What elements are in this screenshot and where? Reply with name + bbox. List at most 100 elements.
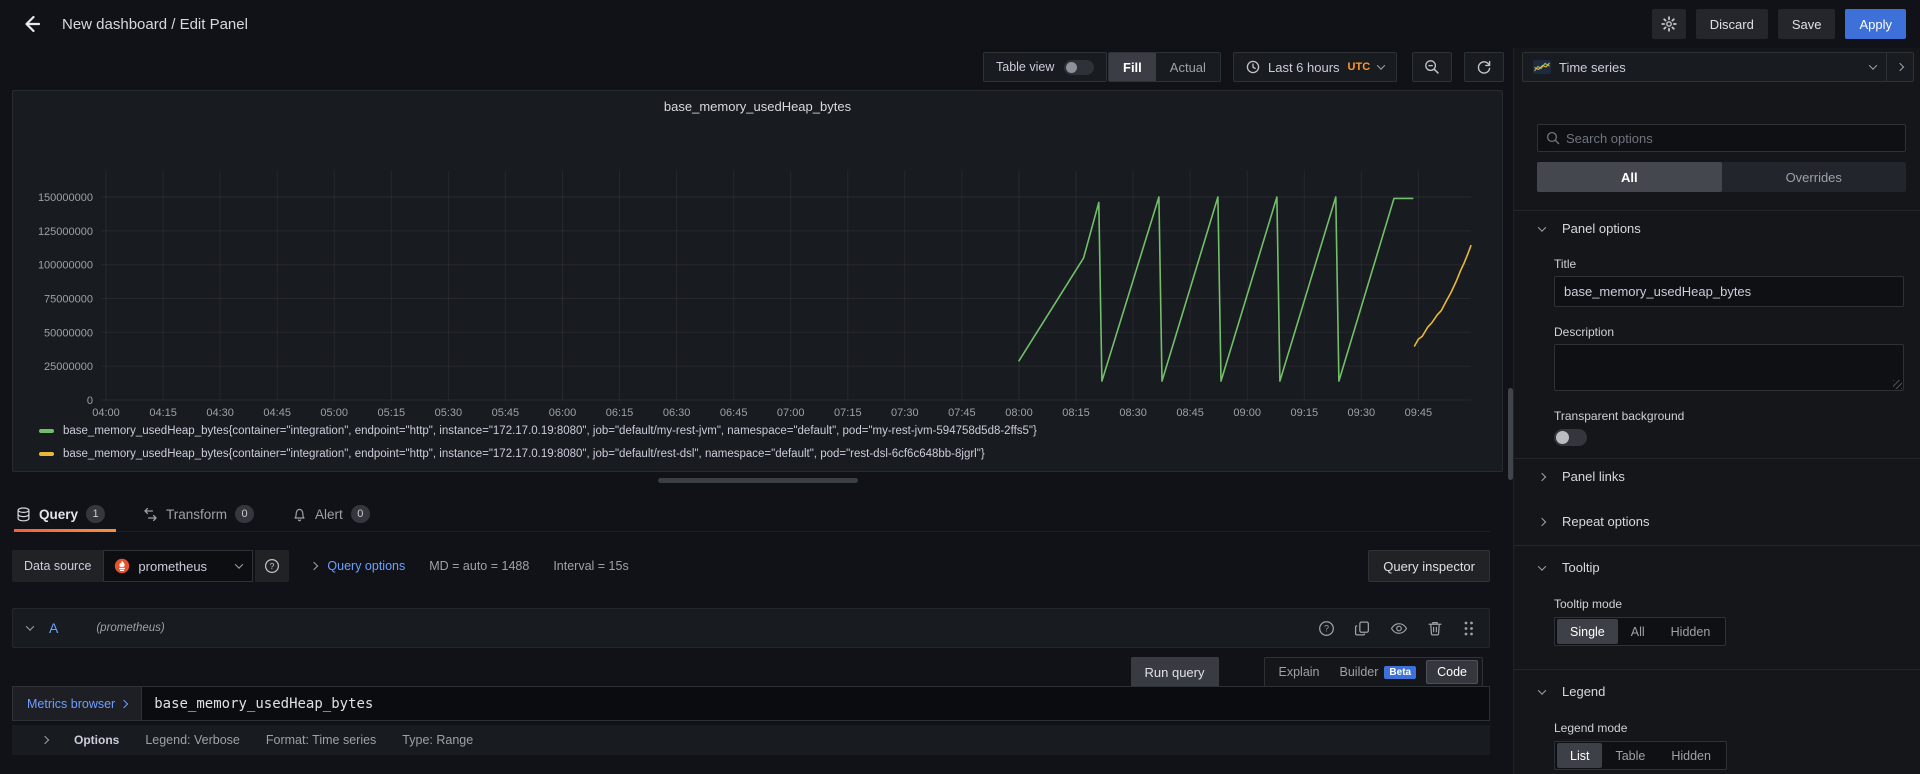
explain-toggle[interactable]: Explain <box>1269 665 1330 679</box>
builder-mode-option[interactable]: Builder Beta <box>1330 665 1427 679</box>
panel-links-header[interactable]: Panel links <box>1539 469 1625 484</box>
discard-button[interactable]: Discard <box>1696 9 1768 39</box>
svg-text:04:00: 04:00 <box>92 407 120 419</box>
fill-actual-switcher: Fill Actual <box>1108 52 1221 82</box>
tab-alert-label: Alert <box>315 507 343 522</box>
svg-text:09:30: 09:30 <box>1348 407 1376 419</box>
tooltip-mode-switcher: Single All Hidden <box>1554 617 1726 646</box>
legend-mode-hidden[interactable]: Hidden <box>1658 743 1724 768</box>
svg-text:08:00: 08:00 <box>1005 407 1033 419</box>
panel-options-header[interactable]: Panel options <box>1539 221 1641 236</box>
drag-query-handle[interactable] <box>1462 620 1475 637</box>
run-query-button[interactable]: Run query <box>1131 657 1219 687</box>
time-range-picker[interactable]: Last 6 hours UTC <box>1233 52 1397 82</box>
svg-text:05:15: 05:15 <box>378 407 406 419</box>
legend-mode-list[interactable]: List <box>1557 743 1602 768</box>
tab-transform[interactable]: Transform 0 <box>139 497 258 531</box>
divider <box>1514 545 1920 546</box>
tooltip-mode-all[interactable]: All <box>1618 619 1658 644</box>
legend-title: Legend <box>1562 684 1605 699</box>
refresh-button[interactable] <box>1464 52 1504 82</box>
transparent-background-toggle[interactable] <box>1554 429 1587 446</box>
collapse-query-icon[interactable] <box>26 622 34 630</box>
chevron-down-icon <box>1869 61 1877 69</box>
visualization-name: Time series <box>1559 60 1626 75</box>
interval-label: Interval = 15s <box>553 559 628 573</box>
chevron-right-icon <box>1538 517 1546 525</box>
panel-description-textarea[interactable] <box>1554 344 1904 391</box>
toggle-visibility-button[interactable] <box>1390 620 1408 637</box>
fill-option[interactable]: Fill <box>1109 53 1156 81</box>
panel-options-sidebar: Time series All Overrides Panel options … <box>1513 48 1920 774</box>
actual-option[interactable]: Actual <box>1156 53 1220 81</box>
tab-overrides[interactable]: Overrides <box>1722 162 1907 192</box>
code-mode-option[interactable]: Code <box>1426 660 1478 684</box>
query-inspector-button[interactable]: Query inspector <box>1368 550 1490 582</box>
metrics-browser-button[interactable]: Metrics browser <box>12 686 141 721</box>
editor-mode-switcher: Explain Builder Beta Code <box>1264 657 1484 687</box>
legend-header[interactable]: Legend <box>1539 684 1605 699</box>
prometheus-icon <box>114 558 130 574</box>
collapse-sidebar-icon[interactable] <box>1896 63 1904 71</box>
query-options-label: Query options <box>327 559 405 573</box>
svg-text:09:00: 09:00 <box>1233 407 1261 419</box>
eye-icon <box>1390 620 1408 637</box>
zoom-out-button[interactable] <box>1412 52 1452 82</box>
editor-tabs: Query 1 Transform 0 Alert 0 <box>12 497 1490 532</box>
panel-resize-handle[interactable] <box>658 478 858 483</box>
tooltip-mode-hidden[interactable]: Hidden <box>1658 619 1724 644</box>
panel-title-input[interactable] <box>1554 276 1904 307</box>
promql-expression-input[interactable] <box>141 686 1490 721</box>
search-options-input[interactable] <box>1566 131 1897 146</box>
tooltip-header[interactable]: Tooltip <box>1539 560 1600 575</box>
tab-alert[interactable]: Alert 0 <box>288 497 374 531</box>
timeseries-chart[interactable]: 04:0004:1504:3004:4505:0005:1505:3005:45… <box>13 91 1502 471</box>
datasource-help-button[interactable]: ? <box>255 550 289 582</box>
back-button[interactable] <box>14 7 48 41</box>
delete-query-button[interactable] <box>1427 620 1443 637</box>
active-tab-underline <box>14 529 116 532</box>
legend-item[interactable]: base_memory_usedHeap_bytes{container="in… <box>39 419 1037 442</box>
datasource-row: Data source prometheus ? Query options M… <box>12 545 1490 587</box>
svg-text:25000000: 25000000 <box>44 361 93 373</box>
tab-query[interactable]: Query 1 <box>12 497 109 531</box>
apply-button[interactable]: Apply <box>1845 9 1906 39</box>
legend-mode-table[interactable]: Table <box>1602 743 1658 768</box>
save-button[interactable]: Save <box>1778 9 1836 39</box>
repeat-options-header[interactable]: Repeat options <box>1539 514 1649 529</box>
chevron-right-icon[interactable] <box>41 736 49 744</box>
svg-text:09:15: 09:15 <box>1291 407 1319 419</box>
options-label[interactable]: Options <box>74 733 119 747</box>
divider <box>1514 669 1920 670</box>
time-range-label: Last 6 hours <box>1268 60 1340 75</box>
table-view-toggle[interactable] <box>1064 60 1094 75</box>
textarea-resize-corner[interactable] <box>1893 380 1902 389</box>
help-circle-icon: ? <box>1318 620 1335 637</box>
svg-text:04:30: 04:30 <box>206 407 234 419</box>
tab-transform-label: Transform <box>166 507 227 522</box>
visualization-picker[interactable]: Time series <box>1522 52 1914 82</box>
duplicate-query-button[interactable] <box>1354 620 1371 637</box>
query-count-badge: 1 <box>86 505 105 523</box>
query-help-button[interactable]: ? <box>1318 620 1335 637</box>
svg-text:08:30: 08:30 <box>1119 407 1147 419</box>
query-options-toggle[interactable]: Query options <box>311 559 405 573</box>
chevron-down-icon <box>1538 562 1546 570</box>
divider <box>1514 458 1920 459</box>
datasource-picker[interactable]: prometheus <box>103 550 253 582</box>
legend-item[interactable]: base_memory_usedHeap_bytes{container="in… <box>39 442 1037 465</box>
svg-text:?: ? <box>1324 623 1329 633</box>
svg-text:125000000: 125000000 <box>38 226 93 238</box>
metrics-browser-label: Metrics browser <box>27 697 115 711</box>
help-circle-icon: ? <box>264 558 280 574</box>
panel-settings-button[interactable] <box>1652 9 1686 39</box>
query-ref-id[interactable]: A <box>49 620 58 636</box>
tooltip-mode-single[interactable]: Single <box>1557 619 1618 644</box>
query-datasource-hint: (prometheus) <box>96 622 164 634</box>
copy-icon <box>1354 620 1371 637</box>
database-icon <box>16 507 31 522</box>
tab-all[interactable]: All <box>1537 162 1722 192</box>
tooltip-mode-label: Tooltip mode <box>1554 597 1622 611</box>
table-view-label: Table view <box>996 60 1054 74</box>
panel-title: base_memory_usedHeap_bytes <box>13 99 1502 114</box>
